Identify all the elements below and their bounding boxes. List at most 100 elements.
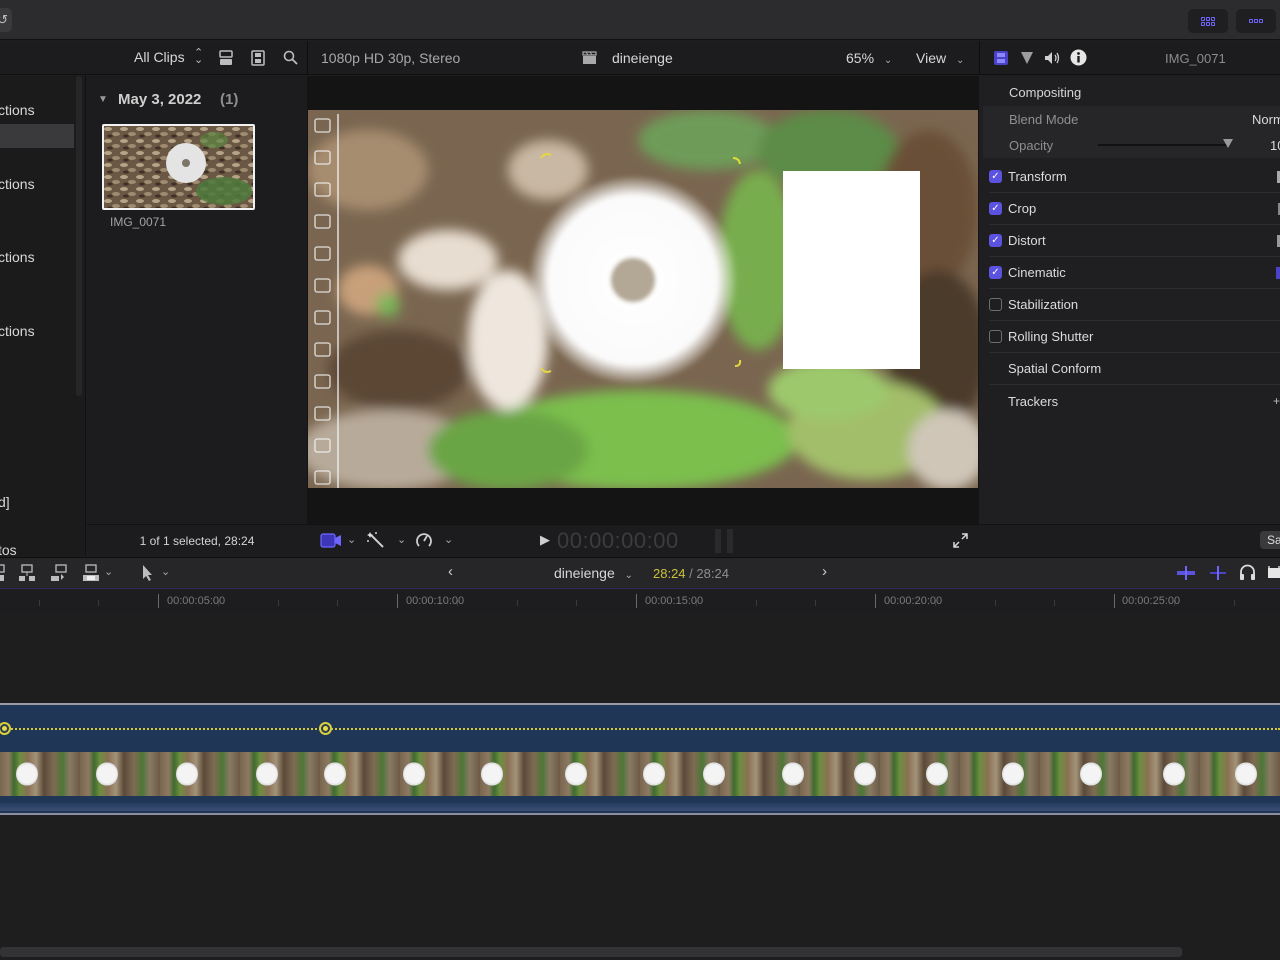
chevron-down-icon: ⌄ <box>624 570 634 581</box>
connect-clip-icon[interactable] <box>0 564 6 582</box>
updown-chevron-icon[interactable]: ⌃ ⌄ <box>194 48 203 66</box>
sidebar-item[interactable]: d] <box>0 494 10 510</box>
event-clip-count: (1) <box>220 91 239 108</box>
compositing-section-title[interactable]: Compositing <box>1009 85 1081 100</box>
timeline-project-dropdown[interactable]: dineienge ⌄ <box>554 565 633 581</box>
filmstrip-frame <box>782 762 804 786</box>
filmstrip-frame <box>176 762 198 786</box>
filmstrip-frame <box>16 762 38 786</box>
ruler-minor-tick <box>1234 600 1235 606</box>
audio-skimming-icon[interactable] <box>1176 565 1196 581</box>
sidebar-item[interactable]: ctions <box>0 176 35 192</box>
chevron-down-icon[interactable]: ⌄ <box>104 565 113 578</box>
info-inspector-icon <box>1070 49 1087 66</box>
ruler-label: 00:00:15:00 <box>645 595 704 607</box>
timeline-ruler[interactable]: 00:00:05:00 00:00:10:00 00:00:15:00 00:0… <box>0 590 1280 614</box>
ruler-minor-tick <box>756 600 757 606</box>
effect-row-distort[interactable]: ✓ Distort <box>989 225 1280 257</box>
keyframe-curve[interactable] <box>0 728 1280 730</box>
effect-row-crop[interactable]: ✓ Crop <box>989 193 1280 225</box>
stabilization-checkbox[interactable] <box>989 298 1002 311</box>
audio-waveform <box>0 803 1280 811</box>
opacity-label: Opacity <box>1009 137 1054 153</box>
refresh-button[interactable]: ↺ <box>0 8 12 32</box>
sidebar-item[interactable]: ctions <box>0 249 35 265</box>
play-button[interactable]: ▶ <box>540 532 550 548</box>
filmstrip-frame <box>324 762 346 786</box>
ruler-label: 00:00:05:00 <box>167 595 226 607</box>
video-camera-icon[interactable] <box>320 533 342 548</box>
timeline-horizontal-scrollbar[interactable] <box>0 947 1182 957</box>
timeline-back-button[interactable]: ‹ <box>448 563 453 580</box>
keyframe-marker[interactable] <box>319 722 332 735</box>
transform-checkbox[interactable]: ✓ <box>989 170 1002 183</box>
sidebar-scrollbar[interactable] <box>76 76 82 396</box>
chevron-down-icon[interactable]: ⌄ <box>397 533 406 546</box>
speed-gauge-icon[interactable] <box>415 531 433 549</box>
row-layout-button[interactable] <box>1236 9 1276 33</box>
chevron-down-icon[interactable]: ⌄ <box>347 533 356 546</box>
crop-checkbox[interactable]: ✓ <box>989 202 1002 215</box>
insert-clip-icon[interactable] <box>18 564 36 582</box>
clip-appearance-icon[interactable] <box>219 50 233 66</box>
ruler-major-tick <box>636 594 637 608</box>
clip-filter-dropdown[interactable]: All Clips <box>134 49 185 65</box>
chevron-down-icon[interactable]: ⌄ <box>161 565 170 578</box>
clip-name-label: IMG_0071 <box>110 215 167 229</box>
timecode-display[interactable]: 00:00:00:00 <box>557 528 679 554</box>
skimming-icon[interactable] <box>1208 565 1228 581</box>
timeline-forward-button[interactable]: › <box>822 563 827 580</box>
sidebar-item[interactable]: ctions <box>0 323 35 339</box>
rolling-shutter-checkbox[interactable] <box>989 330 1002 343</box>
sidebar-item[interactable]: tos <box>0 542 17 558</box>
clip-appearance-icon[interactable] <box>1267 565 1280 581</box>
cinematic-onscreen-control-icon[interactable] <box>1276 266 1280 279</box>
headphones-icon[interactable] <box>1239 564 1256 581</box>
ruler-major-tick <box>1114 594 1115 608</box>
effect-row-rolling-shutter[interactable]: Rolling Shutter <box>989 321 1280 353</box>
effect-row-spatial-conform[interactable]: Spatial Conform <box>989 353 1280 385</box>
blend-mode-row: Blend Mode Norm <box>983 106 1280 132</box>
disclosure-triangle-icon[interactable]: ▼ <box>98 94 108 105</box>
timeline-clip[interactable] <box>0 703 1280 815</box>
effect-row-cinematic[interactable]: ✓ Cinematic <box>989 257 1280 289</box>
audio-inspector-tab[interactable] <box>1044 51 1061 65</box>
view-menu-dropdown[interactable]: View ⌄ <box>916 50 964 66</box>
expand-icon[interactable] <box>953 533 968 548</box>
search-icon[interactable] <box>283 50 298 65</box>
overwrite-clip-icon[interactable] <box>82 564 100 582</box>
save-effects-preset-button[interactable]: Sa <box>1260 531 1280 549</box>
ruler-label: 00:00:10:00 <box>406 595 465 607</box>
keyframe-marker[interactable] <box>0 722 11 735</box>
viewer-canvas[interactable] <box>308 110 978 488</box>
inspector-footer: Sa <box>979 524 1280 556</box>
append-clip-icon[interactable] <box>50 564 68 582</box>
effect-row-trackers[interactable]: Trackers + <box>989 385 1280 417</box>
opacity-slider-thumb[interactable] <box>1223 139 1233 148</box>
opacity-value[interactable]: 100 <box>1270 138 1280 153</box>
color-inspector-tab[interactable] <box>1020 51 1034 65</box>
blend-mode-dropdown[interactable]: Norm <box>1252 112 1280 127</box>
filmstrip-frame <box>403 762 425 786</box>
cinematic-checkbox[interactable]: ✓ <box>989 266 1002 279</box>
magic-wand-icon[interactable] <box>367 531 385 549</box>
video-inspector-tab[interactable] <box>993 50 1009 66</box>
sidebar-item[interactable]: ctions <box>0 102 35 118</box>
clip-thumbnail[interactable] <box>102 124 255 210</box>
filmstrip-icon[interactable] <box>251 50 265 66</box>
sidebar-selected-row[interactable] <box>0 124 74 148</box>
timeline-duration: 28:24 / 28:24 <box>653 566 729 581</box>
chevron-down-icon[interactable]: ⌄ <box>444 533 453 546</box>
filmstrip-frame <box>703 762 725 786</box>
arrow-pointer-icon[interactable] <box>142 564 154 582</box>
add-tracker-icon[interactable]: + <box>1273 394 1280 408</box>
opacity-slider[interactable] <box>1098 139 1233 148</box>
zoom-level-dropdown[interactable]: 65% ⌄ <box>846 50 892 66</box>
info-inspector-tab[interactable] <box>1070 49 1087 66</box>
viewer-toolbar: 1080p HD 30p, Stereo dineienge 65% ⌄ Vie… <box>307 41 979 75</box>
distort-checkbox[interactable]: ✓ <box>989 234 1002 247</box>
grid-layout-button[interactable] <box>1188 9 1228 33</box>
effect-label: Cinematic <box>1008 265 1066 280</box>
effect-row-transform[interactable]: ✓ Transform <box>989 161 1280 193</box>
effect-row-stabilization[interactable]: Stabilization <box>989 289 1280 321</box>
